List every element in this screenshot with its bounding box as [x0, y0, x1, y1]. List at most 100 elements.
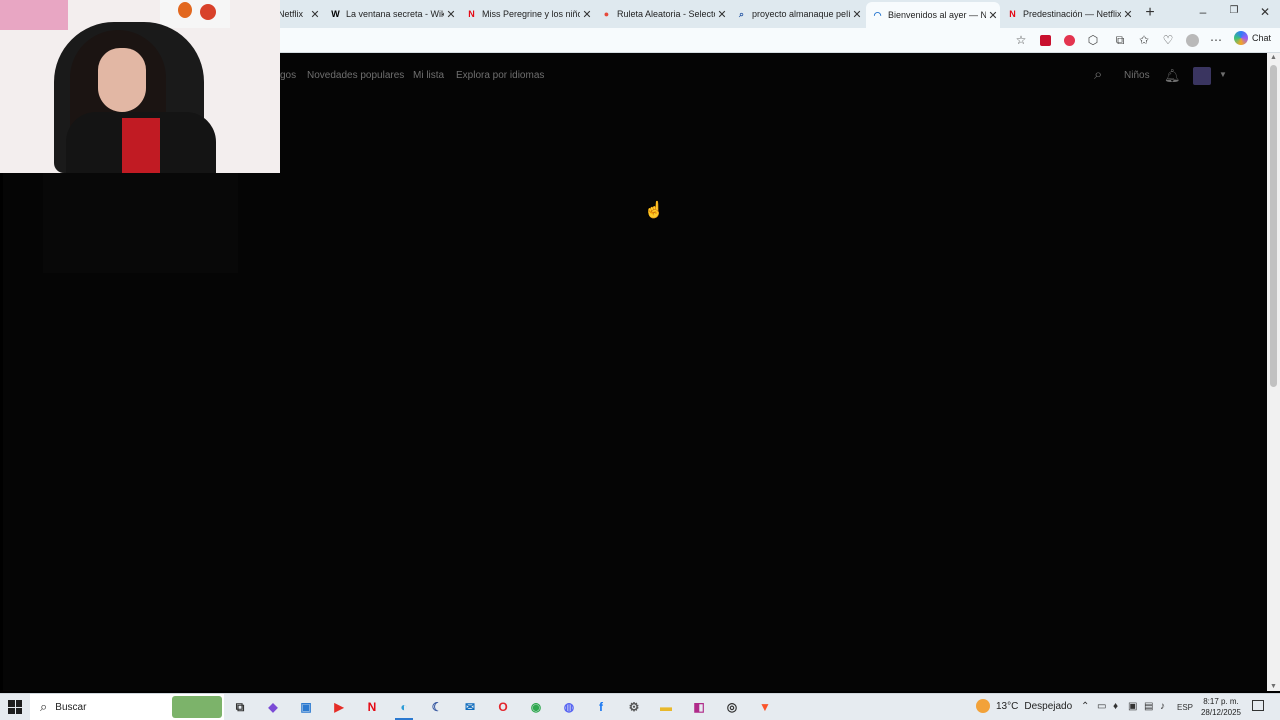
youtube-icon[interactable]: ▶ — [330, 698, 348, 716]
scroll-down-icon[interactable]: ▼ — [1267, 683, 1280, 690]
netflix-icon: N — [1009, 9, 1016, 19]
google-icon: ● — [603, 9, 610, 19]
nav-item-explora-por-idiomas[interactable]: Explora por idiomas — [456, 70, 544, 81]
close-tab-icon[interactable]: ✕ — [850, 8, 864, 21]
camera-icon[interactable]: ▣ — [1128, 701, 1137, 712]
adblock-icon[interactable] — [1061, 32, 1077, 48]
tab-la-ventana-secreta[interactable]: W La ventana secreta - Wikipe ✕ — [324, 3, 458, 25]
microphone-icon[interactable]: ♦ — [1113, 701, 1118, 712]
minimize-button[interactable]: – — [1195, 5, 1211, 19]
search-highlight-image — [172, 696, 222, 718]
scrollbar-thumb[interactable] — [1270, 65, 1277, 387]
windows-start-icon[interactable] — [8, 700, 22, 714]
tab-title: Ruleta Aleatoria - Selector — [617, 9, 715, 19]
plush-toy — [178, 2, 192, 18]
tab-title: proyecto almanaque pelícu — [752, 9, 850, 19]
chevron-down-icon[interactable]: ▼ — [1219, 70, 1227, 79]
tab-bienvenidos-al-ayer[interactable]: ◠ Bienvenidos al ayer — Netf ✕ — [866, 2, 1000, 28]
restore-button[interactable]: ❐ — [1226, 5, 1242, 16]
copilot-icon — [1234, 31, 1248, 45]
close-tab-icon[interactable]: ✕ — [444, 8, 458, 21]
volume-icon[interactable]: ♪ — [1160, 701, 1165, 712]
shelf — [160, 0, 230, 28]
person-face — [98, 48, 146, 112]
netflix-icon: N — [468, 9, 475, 19]
loading-icon: ◠ — [873, 9, 882, 20]
extension-icon[interactable] — [1037, 32, 1053, 48]
search-icon[interactable]: ⌕ — [1094, 66, 1102, 83]
weather-condition: Despejado — [1024, 700, 1073, 712]
chat-label: Chat — [1252, 33, 1272, 43]
split-screen-icon[interactable]: ⧉ — [1112, 32, 1128, 48]
taskbar: ⌕ Buscar ⧉ ◆ ▣ ▶ N ◐ ☾ ✉ O ◉ ◍ f ⚙ ▬ ◧ ◎… — [0, 693, 1280, 720]
loading-placeholder — [43, 173, 238, 273]
task-view-icon[interactable]: ⧉ — [231, 698, 249, 716]
close-tab-icon[interactable]: ✕ — [986, 9, 1000, 22]
discord-icon[interactable]: ◍ — [560, 698, 578, 716]
search-placeholder: Buscar — [55, 701, 87, 713]
onenote-icon[interactable]: ◧ — [690, 698, 708, 716]
tab-title: Miss Peregrine y los niños p — [482, 9, 580, 19]
system-clock[interactable]: 8:17 p. m. 28/12/2025 — [1198, 696, 1244, 718]
more-options-icon[interactable]: ⋯ — [1208, 32, 1224, 48]
clock-time: 8:17 p. m. — [1203, 697, 1239, 706]
close-tab-icon[interactable]: ✕ — [580, 8, 594, 21]
meet-icon[interactable]: ▭ — [1097, 701, 1106, 712]
close-tab-icon[interactable]: ✕ — [308, 8, 322, 21]
network-icon[interactable]: ▤ — [1144, 701, 1153, 712]
tab-ruleta-aleatoria[interactable]: ● Ruleta Aleatoria - Selector ✕ — [595, 3, 729, 25]
hand-cursor-icon: ☝ — [644, 202, 664, 219]
wikipedia-icon: W — [331, 9, 340, 19]
search-icon: ⌕ — [738, 8, 745, 19]
tab-miss-peregrine[interactable]: N Miss Peregrine y los niños p ✕ — [460, 3, 594, 25]
edge-icon[interactable]: ◐ — [395, 698, 413, 720]
plush-toy — [200, 4, 216, 20]
search-icon: ⌕ — [40, 699, 48, 714]
weather-icon — [976, 699, 990, 713]
obs-icon[interactable]: ◎ — [723, 698, 741, 716]
facebook-icon[interactable]: f — [592, 698, 610, 716]
weather-widget[interactable]: 13°C Despejado — [976, 699, 1072, 713]
moon-app-icon[interactable]: ☾ — [428, 698, 446, 716]
close-tab-icon[interactable]: ✕ — [1121, 8, 1135, 21]
chrome-icon[interactable]: ◉ — [527, 698, 545, 716]
person-shirt — [122, 118, 160, 173]
bell-icon[interactable]: 🔔︎ — [1164, 68, 1181, 84]
extensions-icon[interactable]: ⬡ — [1085, 32, 1101, 48]
chevron-up-icon[interactable]: ⌃ — [1081, 701, 1089, 712]
taskbar-search[interactable]: ⌕ Buscar — [30, 694, 224, 720]
favorite-star-icon[interactable]: ☆ — [1013, 32, 1029, 48]
language-indicator[interactable]: ESP — [1177, 703, 1193, 712]
file-explorer-icon[interactable]: ▬ — [657, 698, 675, 716]
profile-icon[interactable] — [1184, 32, 1200, 48]
copilot-chat-button[interactable]: Chat — [1234, 31, 1271, 45]
browser-essentials-icon[interactable]: ♡ — [1160, 32, 1176, 48]
tab-title: Predestinación — Netflix — [1023, 9, 1121, 19]
nav-item-partial[interactable]: gos — [280, 70, 296, 81]
clock-date: 28/12/2025 — [1200, 708, 1242, 717]
nav-item-ninos[interactable]: Niños — [1124, 70, 1150, 81]
store-icon[interactable]: ▣ — [297, 698, 315, 716]
avatar[interactable] — [1193, 67, 1211, 85]
notification-icon[interactable] — [1252, 700, 1264, 711]
copilot-icon[interactable]: ◆ — [264, 698, 282, 716]
opera-icon[interactable]: O — [494, 698, 512, 716]
brave-icon[interactable]: ▼ — [756, 698, 774, 716]
nav-item-novedades-populares[interactable]: Novedades populares — [307, 70, 404, 81]
new-tab-button[interactable]: + — [1142, 4, 1158, 22]
nav-item-mi-lista[interactable]: Mi lista — [413, 70, 444, 81]
steam-icon[interactable]: ⚙ — [625, 698, 643, 716]
outlook-icon[interactable]: ✉ — [461, 698, 479, 716]
tab-title: Netflix — [278, 9, 304, 19]
netflix-icon[interactable]: N — [363, 698, 381, 716]
tab-proyecto-almanaque[interactable]: ⌕ proyecto almanaque pelícu ✕ — [730, 3, 864, 25]
vertical-scrollbar[interactable]: ▲ ▼ — [1267, 53, 1280, 691]
tab-title: La ventana secreta - Wikipe — [346, 9, 444, 19]
wall-poster — [0, 0, 68, 30]
favorites-icon[interactable]: ✩ — [1136, 32, 1152, 48]
close-window-button[interactable]: ✕ — [1257, 5, 1273, 19]
tab-predestinacion[interactable]: N Predestinación — Netflix ✕ — [1001, 3, 1135, 25]
close-tab-icon[interactable]: ✕ — [715, 8, 729, 21]
scroll-up-icon[interactable]: ▲ — [1267, 54, 1280, 61]
tab-title: Bienvenidos al ayer — Netf — [888, 10, 986, 20]
